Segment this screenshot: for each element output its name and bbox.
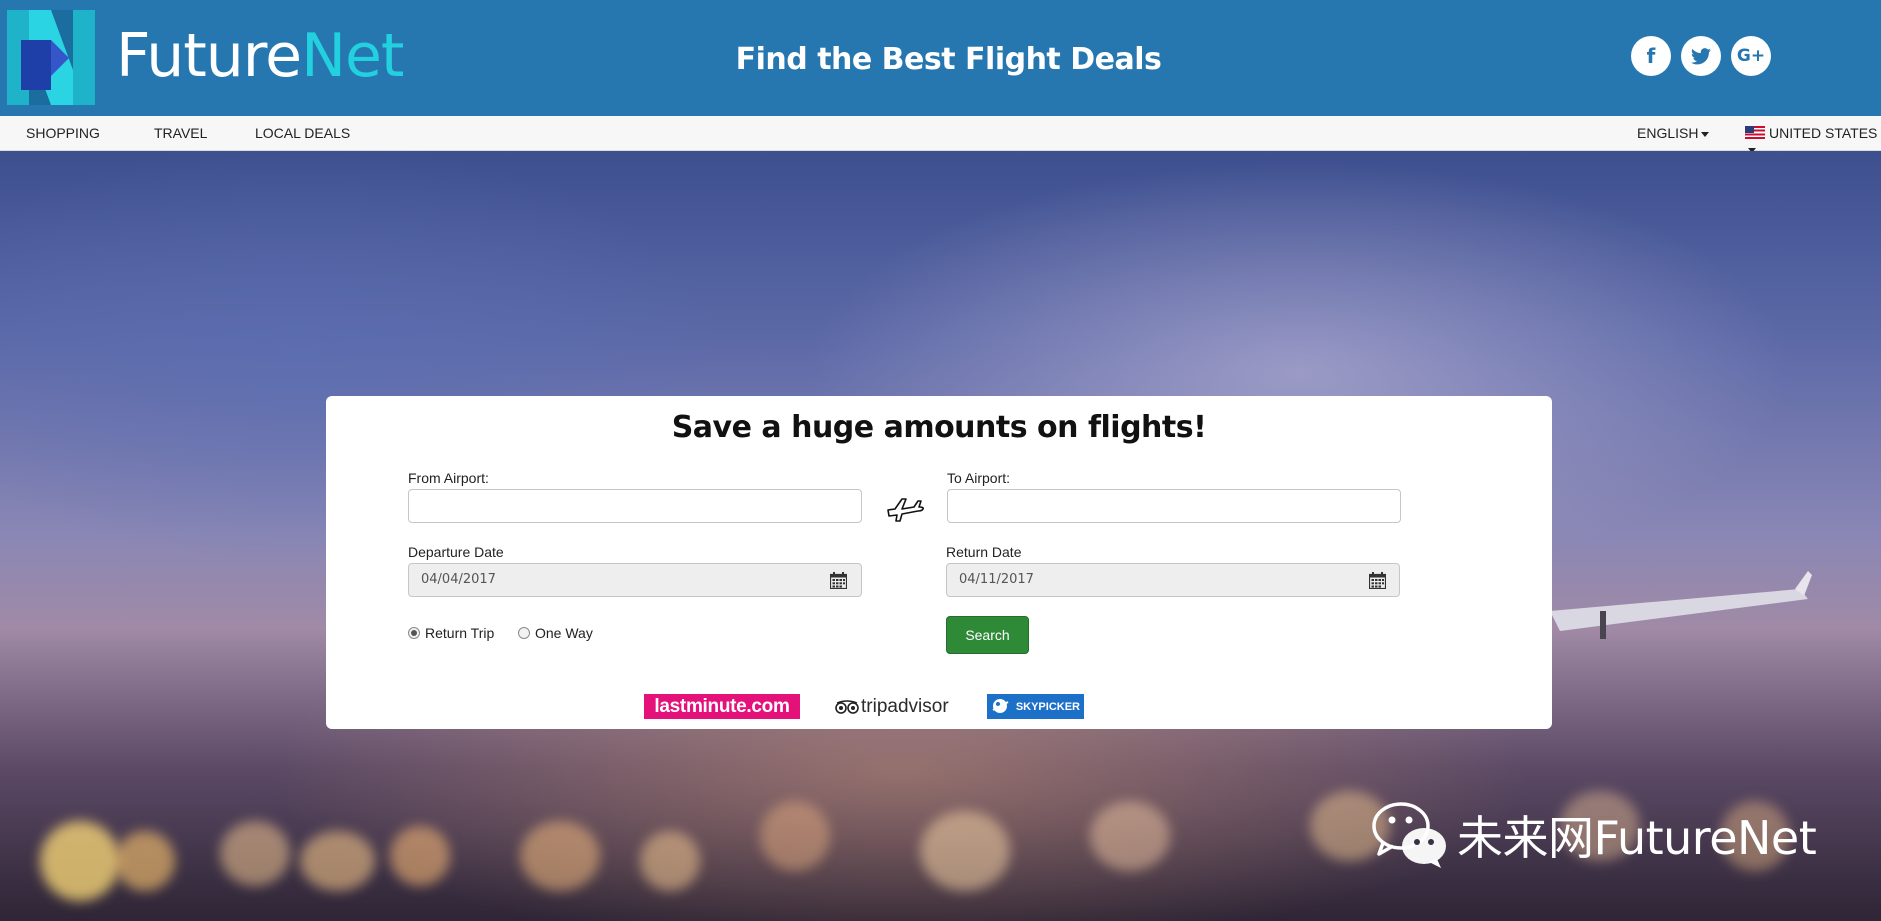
from-airport-label: From Airport: <box>408 470 489 486</box>
bokeh-light <box>115 831 175 891</box>
lastminute-logo[interactable]: lastminute.com <box>644 694 800 719</box>
tripadvisor-logo[interactable]: tripadvisor <box>835 694 955 719</box>
calendar-icon[interactable] <box>830 572 847 589</box>
to-airport-label: To Airport: <box>947 470 1011 486</box>
top-nav: SHOPPING TRAVEL LOCAL DEALS ENGLISH UNIT… <box>0 116 1881 153</box>
nav-item-local-deals[interactable]: LOCAL DEALS <box>255 125 350 141</box>
from-airport-input[interactable] <box>408 489 862 523</box>
search-button[interactable]: Search <box>946 616 1029 654</box>
nav-item-shopping[interactable]: SHOPPING <box>26 125 100 141</box>
return-trip-radio[interactable] <box>408 627 420 639</box>
nav-item-travel[interactable]: TRAVEL <box>154 125 207 141</box>
tripadvisor-owl-icon <box>835 699 859 714</box>
bokeh-light <box>640 831 700 891</box>
wechat-icon <box>1372 802 1446 868</box>
bokeh-light <box>220 821 290 886</box>
bokeh-light <box>520 821 600 891</box>
bokeh-light <box>40 821 120 901</box>
twitter-icon[interactable] <box>1681 36 1721 76</box>
site-header: FutureNet Find the Best Flight Deals f G… <box>0 0 1881 116</box>
calendar-icon[interactable] <box>1369 572 1386 589</box>
bokeh-light <box>1090 801 1170 871</box>
search-card-title: Save a huge amounts on flights! <box>671 410 1207 445</box>
bokeh-light <box>300 831 375 891</box>
return-date-label: Return Date <box>946 544 1022 560</box>
facebook-icon[interactable]: f <box>1631 36 1671 76</box>
departure-date-input[interactable]: 04/04/2017 <box>408 563 862 597</box>
skypicker-wordmark: SKYPICKER <box>1015 700 1080 713</box>
bokeh-light <box>760 801 830 871</box>
one-way-option[interactable]: One Way <box>518 625 593 641</box>
return-date-value: 04/11/2017 <box>959 572 1034 587</box>
one-way-label: One Way <box>535 625 593 641</box>
departure-date-label: Departure Date <box>408 544 504 560</box>
airplane-icon <box>887 498 924 522</box>
wechat-watermark: 未来网FutureNet <box>1371 800 1817 870</box>
departure-date-value: 04/04/2017 <box>421 572 496 587</box>
to-airport-input[interactable] <box>947 489 1401 523</box>
return-trip-option[interactable]: Return Trip <box>408 625 494 641</box>
language-dropdown[interactable]: ENGLISH <box>1637 125 1710 141</box>
tripadvisor-wordmark: tripadvisor <box>861 695 949 717</box>
return-date-input[interactable]: 04/11/2017 <box>946 563 1400 597</box>
one-way-radio[interactable] <box>518 627 530 639</box>
language-label: ENGLISH <box>1637 125 1699 141</box>
bokeh-light <box>390 826 450 886</box>
header-tagline: Find the Best Flight Deals <box>735 42 1162 77</box>
return-trip-label: Return Trip <box>425 625 495 641</box>
watermark-text: 未来网FutureNet <box>1457 811 1817 865</box>
bokeh-light <box>920 811 1010 891</box>
google-plus-icon[interactable]: G+ <box>1731 36 1771 76</box>
skypicker-logo[interactable]: SKYPICKER <box>987 694 1084 719</box>
us-flag-icon <box>1745 126 1765 139</box>
flight-search-card: Save a huge amounts on flights! From Air… <box>326 396 1552 729</box>
chevron-down-icon <box>1701 131 1710 137</box>
country-label: UNITED STATES <box>1769 125 1878 141</box>
skypicker-mascot-icon <box>992 699 1009 713</box>
